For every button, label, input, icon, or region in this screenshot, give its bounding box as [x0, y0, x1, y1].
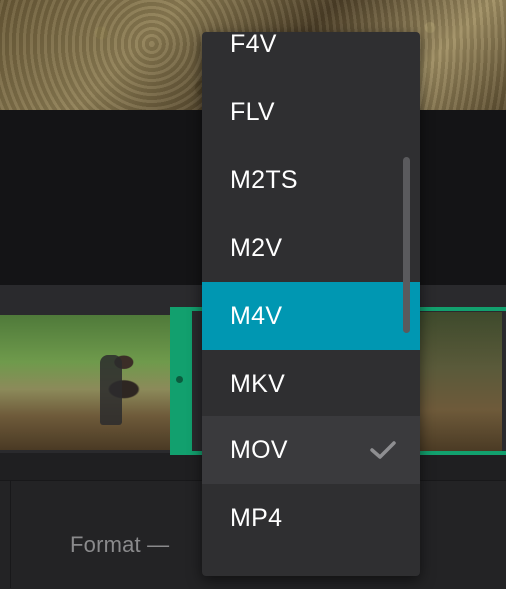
dropdown-scrollbar[interactable] — [403, 157, 410, 333]
trim-selection-edge — [418, 451, 506, 455]
format-option-m4v[interactable]: M4V — [202, 282, 420, 350]
format-option-mkv[interactable]: MKV — [202, 350, 420, 418]
format-option-f4v[interactable]: F4V — [202, 32, 420, 78]
option-label: M2TS — [230, 165, 298, 194]
format-dropdown-menu[interactable]: F4V FLV M2TS M2V M4V MKV MOV MP4 — [202, 32, 420, 576]
panel-divider — [10, 480, 11, 588]
option-label: FLV — [230, 97, 275, 126]
option-label: M4V — [230, 301, 283, 330]
option-label: MOV — [230, 435, 288, 464]
option-label: MP4 — [230, 503, 283, 532]
option-label: M2V — [230, 233, 283, 262]
format-option-flv[interactable]: FLV — [202, 78, 420, 146]
format-option-mov[interactable]: MOV — [202, 416, 420, 484]
trim-handle-grip-icon[interactable] — [176, 376, 183, 383]
checkmark-icon — [370, 441, 396, 459]
format-option-m2ts[interactable]: M2TS — [202, 146, 420, 214]
option-label: F4V — [230, 32, 277, 58]
timeline-clip-thumbnail[interactable] — [0, 315, 173, 450]
format-option-m2v[interactable]: M2V — [202, 214, 420, 282]
option-label: MKV — [230, 369, 286, 398]
format-option-mp4[interactable]: MP4 — [202, 484, 420, 552]
format-label: Format — — [70, 532, 170, 557]
